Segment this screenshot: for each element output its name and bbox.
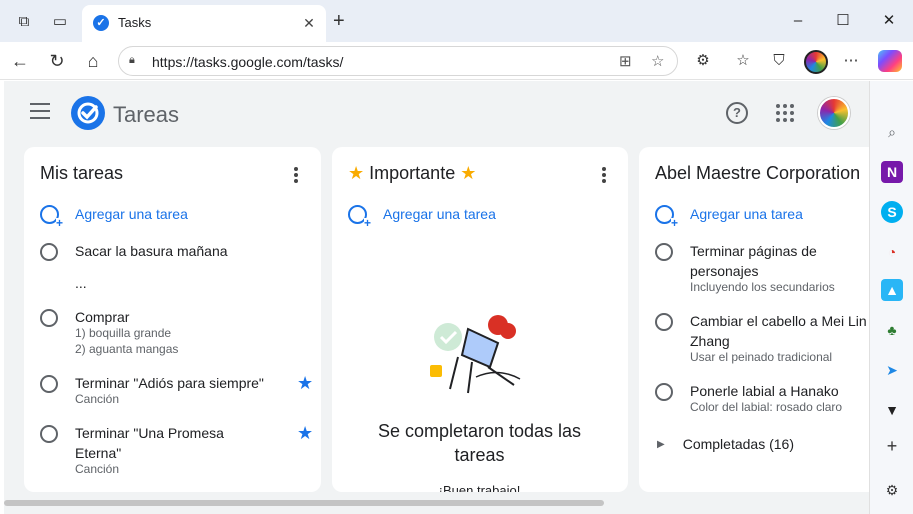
account-avatar[interactable] xyxy=(818,97,850,129)
task-details: 2) aguanta mangas xyxy=(75,342,179,356)
task-title-line2[interactable]: Zhang xyxy=(690,331,730,351)
task-title[interactable]: Comprar xyxy=(75,307,129,327)
list-menu-icon[interactable] xyxy=(294,167,298,183)
add-task-icon xyxy=(655,204,679,228)
starred-icon[interactable]: ★ xyxy=(297,423,313,444)
back-icon[interactable]: ← xyxy=(9,50,31,72)
search-icon[interactable]: ⌕ xyxy=(881,121,903,143)
browser-tab[interactable]: ✓ Tasks ✕ xyxy=(82,5,326,42)
list-menu-icon[interactable] xyxy=(602,167,606,183)
task-title[interactable]: Cambiar el cabello a Mei Lin xyxy=(690,311,867,331)
help-icon[interactable]: ? xyxy=(726,102,748,124)
main-menu-icon[interactable] xyxy=(30,103,50,119)
skype-icon[interactable]: S xyxy=(881,201,903,223)
task-details: 1) boquilla grande xyxy=(75,326,172,340)
app-title: Tareas xyxy=(113,102,180,127)
browser-sidebar: ⌕ N S ◔ ▲ ♣ ➤ ▼ + ⚙ xyxy=(869,81,913,514)
task-title-line2[interactable]: personajes xyxy=(690,261,759,281)
copilot-icon[interactable] xyxy=(878,50,902,72)
task-details: Color del labial: rosado claro xyxy=(690,400,843,414)
tasks-logo-icon xyxy=(71,96,105,130)
list-title: Mis tareas xyxy=(40,163,124,183)
task-title[interactable]: ... xyxy=(75,273,87,293)
completed-label: Completadas (16) xyxy=(682,436,794,452)
app-header: Tareas ? xyxy=(4,81,869,143)
minimize-icon[interactable]: – xyxy=(787,10,809,32)
list-title-text: Importante xyxy=(369,163,456,183)
refresh-icon[interactable]: ↻ xyxy=(46,50,68,72)
task-list-importante: ★ Importante ★ Agregar una tarea Se comp… xyxy=(332,147,628,492)
complete-checkbox[interactable] xyxy=(40,425,58,443)
add-task-icon xyxy=(348,204,372,228)
add-task-label: Agregar una tarea xyxy=(690,206,803,222)
list-title: Abel Maestre Corporation xyxy=(655,163,861,183)
speedometer-icon[interactable]: ◔ xyxy=(881,241,903,263)
task-list-mis-tareas: Mis tareas Agregar una tarea Sacar la ba… xyxy=(24,147,321,492)
favorites-icon[interactable]: ☆ xyxy=(732,50,754,72)
new-tab-icon[interactable]: + xyxy=(333,11,345,31)
add-task-icon xyxy=(40,204,64,228)
task-title[interactable]: Terminar páginas de xyxy=(690,241,817,261)
add-task-button[interactable]: Agregar una tarea xyxy=(655,204,803,228)
app-available-icon[interactable]: ⊞ xyxy=(619,52,632,70)
maximize-icon[interactable]: ☐ xyxy=(832,10,854,32)
all-done-illustration xyxy=(428,307,528,397)
complete-checkbox[interactable] xyxy=(40,375,58,393)
send-icon[interactable]: ➤ xyxy=(881,359,903,381)
profile-icon[interactable] xyxy=(804,50,828,74)
settings-gear-icon[interactable]: ⚙ xyxy=(881,479,903,501)
task-title[interactable]: Ponerle labial a Hanako xyxy=(690,381,839,401)
dropdown-icon[interactable]: ▼ xyxy=(881,399,903,421)
task-title[interactable]: Terminar "Adiós para siempre" xyxy=(75,373,264,393)
task-details: Usar el peinado tradicional xyxy=(690,350,833,364)
tab-title: Tasks xyxy=(118,15,152,30)
check-circle-icon: ✓ xyxy=(93,15,109,31)
workspaces-icon[interactable]: ⧉ xyxy=(14,11,34,31)
address-bar[interactable]: 🔒︎ https://tasks.google.com/tasks/ ⊞ ☆ xyxy=(118,46,678,76)
tasks-app: Tareas ? Mis tareas Agregar una tarea Sa… xyxy=(4,81,869,514)
url-text[interactable]: https://tasks.google.com/tasks/ xyxy=(152,54,343,70)
home-icon[interactable]: ⌂ xyxy=(82,50,104,72)
address-bar-row: ← ↻ ⌂ 🔒︎ https://tasks.google.com/tasks/… xyxy=(0,42,913,80)
browser-essentials-icon[interactable]: ⛉ xyxy=(768,50,790,72)
task-title[interactable]: Sacar la basura mañana xyxy=(75,241,228,261)
complete-checkbox[interactable] xyxy=(655,243,673,261)
add-task-label: Agregar una tarea xyxy=(383,206,496,222)
complete-checkbox[interactable] xyxy=(655,383,673,401)
starred-icon[interactable]: ★ xyxy=(297,373,313,394)
add-task-button[interactable]: Agregar una tarea xyxy=(40,204,188,228)
empty-state-sub: ¡Buen trabajo! xyxy=(438,483,521,492)
close-window-icon[interactable]: ✕ xyxy=(878,10,900,32)
favorite-star-icon[interactable]: ☆ xyxy=(651,52,664,70)
task-list-abel-maestre: Abel Maestre Corporation Agregar una tar… xyxy=(639,147,869,492)
more-options-icon[interactable]: ⋯ xyxy=(840,50,862,72)
task-details: Canción xyxy=(75,462,120,476)
extensions-icon[interactable]: ⚙ xyxy=(692,50,714,72)
task-details: Incluyendo los secundarios xyxy=(690,280,835,294)
empty-state-message: Se completaron todas las tareas xyxy=(377,421,582,465)
task-details: Canción xyxy=(75,392,120,406)
task-title[interactable]: Terminar "Una Promesa xyxy=(75,423,224,443)
horizontal-scrollbar[interactable] xyxy=(4,500,604,506)
add-icon[interactable]: + xyxy=(881,435,903,457)
apps-grid-icon[interactable] xyxy=(776,104,794,122)
complete-checkbox[interactable] xyxy=(40,243,58,261)
task-title-line2[interactable]: Eterna" xyxy=(75,443,121,463)
add-task-button[interactable]: Agregar una tarea xyxy=(348,204,496,228)
expand-arrow-icon: ▶ xyxy=(657,438,665,450)
onenote-icon[interactable]: N xyxy=(881,161,903,183)
add-task-label: Agregar una tarea xyxy=(75,206,188,222)
complete-checkbox[interactable] xyxy=(655,313,673,331)
star-icon: ★ xyxy=(460,163,477,183)
completed-toggle[interactable]: ▶ Completadas (16) xyxy=(657,436,794,452)
complete-checkbox[interactable] xyxy=(40,309,58,327)
image-creator-icon[interactable]: ▲ xyxy=(881,279,903,301)
star-icon: ★ xyxy=(348,163,365,183)
list-title: ★ Importante ★ xyxy=(348,163,476,184)
tree-icon[interactable]: ♣ xyxy=(881,319,903,341)
tab-strip: ⧉ ▭ ✓ Tasks ✕ + – ☐ ✕ xyxy=(0,0,913,42)
close-tab-icon[interactable]: ✕ xyxy=(300,14,318,32)
vertical-tabs-icon[interactable]: ▭ xyxy=(50,11,70,31)
lock-icon[interactable]: 🔒︎ xyxy=(129,54,143,68)
